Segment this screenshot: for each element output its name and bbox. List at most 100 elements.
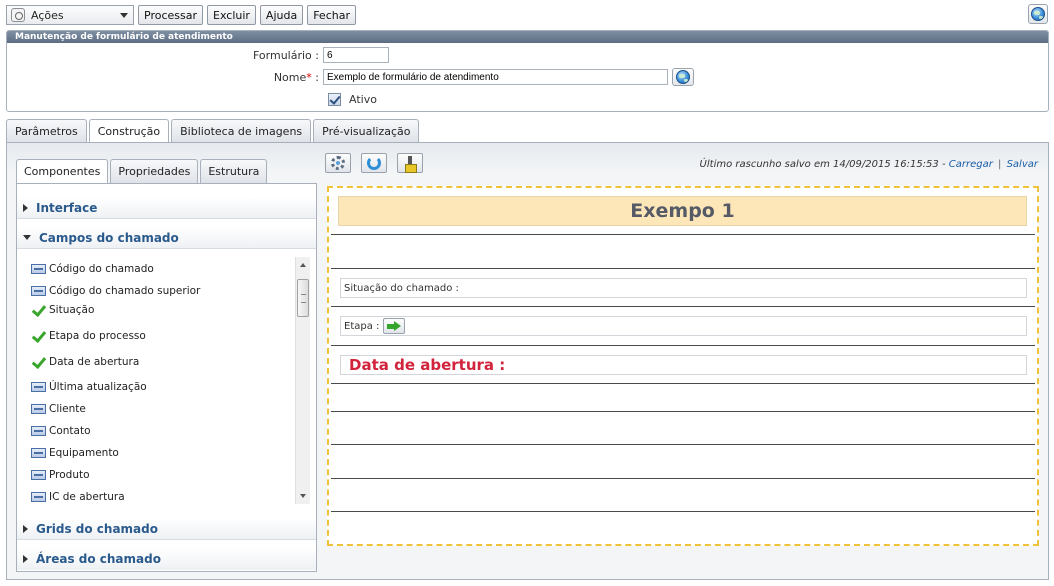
scrollbar-thumb[interactable] <box>297 279 309 317</box>
list-item-label: Contato <box>49 425 91 437</box>
active-checkbox[interactable] <box>328 93 341 106</box>
actions-dropdown[interactable]: Ações <box>6 5 134 25</box>
list-item[interactable]: IC de abertura <box>31 491 125 503</box>
list-item-label: Código do chamado superior <box>49 285 201 297</box>
accordion-interface[interactable]: Interface <box>17 197 316 219</box>
list-item[interactable]: Cliente <box>31 403 86 415</box>
tab-pre-visualizacao[interactable]: Pré-visualização <box>313 119 420 142</box>
list-item[interactable]: Produto <box>31 469 90 481</box>
name-colon: : <box>315 70 319 84</box>
row-divider <box>331 234 1035 235</box>
row-divider <box>331 511 1035 512</box>
field-icon <box>31 286 46 296</box>
load-draft-link[interactable]: Carregar <box>949 159 993 170</box>
field-icon <box>31 426 46 436</box>
link-separator: | <box>998 159 1002 170</box>
field-icon <box>31 448 46 458</box>
accordion-campos[interactable]: Campos do chamado <box>17 227 316 249</box>
check-icon <box>31 330 46 342</box>
list-item-label: Código do chamado <box>49 263 154 275</box>
list-item[interactable]: Código do chamado <box>31 263 154 275</box>
scroll-up-icon[interactable] <box>300 263 306 267</box>
form-title-block[interactable]: Exempo 1 <box>338 196 1027 226</box>
caret-right-icon <box>23 555 28 563</box>
accordion-grids-label: Grids do chamado <box>36 521 158 536</box>
main-tabs: Parâmetros Construção Biblioteca de imag… <box>6 119 420 143</box>
accordion-interface-label: Interface <box>36 200 98 215</box>
chevron-down-icon <box>120 13 128 18</box>
etapa-field-label: Etapa : <box>344 320 380 332</box>
situacao-field[interactable]: Situação do chamado : <box>340 278 1027 298</box>
process-button[interactable]: Processar <box>138 5 203 25</box>
active-row: Ativo <box>328 93 377 106</box>
list-item-label: Cliente <box>49 403 86 415</box>
list-item[interactable]: Código do chamado superior <box>31 285 200 297</box>
refresh-button[interactable] <box>361 153 387 173</box>
list-item-label: Data de abertura <box>49 356 140 368</box>
list-item-label: Produto <box>49 469 90 481</box>
row-divider <box>331 345 1035 346</box>
tab-componentes[interactable]: Componentes <box>16 159 109 183</box>
actions-icon <box>11 8 25 22</box>
top-toolbar: Ações Processar Excluir Ajuda Fechar <box>6 5 356 25</box>
scroll-down-icon[interactable] <box>300 494 306 498</box>
name-label: Nome <box>273 70 307 84</box>
form-maintenance-panel: Manutenção de formulário de atendimento … <box>6 30 1049 112</box>
row-divider <box>331 306 1035 307</box>
help-button[interactable]: Ajuda <box>259 5 304 25</box>
list-item[interactable]: Equipamento <box>31 447 119 459</box>
fields-list: Código do chamado Código do chamado supe… <box>17 251 316 508</box>
form-number-input[interactable] <box>323 47 389 63</box>
tab-propriedades[interactable]: Propriedades <box>110 159 199 183</box>
list-item[interactable]: Situação <box>31 304 94 316</box>
arrow-right-icon <box>387 321 402 331</box>
field-icon <box>31 492 46 502</box>
close-button[interactable]: Fechar <box>307 5 356 25</box>
tab-biblioteca-imagens[interactable]: Biblioteca de imagens <box>171 119 312 142</box>
settings-button[interactable] <box>325 153 351 173</box>
field-icon <box>31 264 46 274</box>
row-divider <box>331 478 1035 479</box>
list-item[interactable]: Última atualização <box>31 381 147 393</box>
form-canvas[interactable]: Exempo 1 Situação do chamado : Etapa : D… <box>327 186 1039 546</box>
globe-icon <box>676 70 690 84</box>
tab-parametros[interactable]: Parâmetros <box>6 119 87 142</box>
component-tabs: Componentes Propriedades Estrutura <box>16 159 268 183</box>
list-item-label: IC de abertura <box>49 491 125 503</box>
tab-construcao[interactable]: Construção <box>88 119 170 143</box>
online-help-button[interactable] <box>1028 4 1048 24</box>
name-row: Nome* : <box>7 68 694 86</box>
delete-button[interactable]: Excluir <box>207 5 256 25</box>
field-icon <box>31 382 46 392</box>
check-icon <box>31 304 46 316</box>
fields-scrollbar[interactable] <box>295 257 310 504</box>
etapa-field[interactable]: Etapa : <box>340 316 1027 336</box>
list-item-label: Equipamento <box>49 447 119 459</box>
form-number-label: Formulário : <box>253 48 319 62</box>
name-input[interactable] <box>323 69 668 85</box>
row-divider <box>331 411 1035 412</box>
brush-icon <box>405 155 417 173</box>
tab-estrutura[interactable]: Estrutura <box>200 159 268 183</box>
row-divider <box>331 444 1035 445</box>
save-draft-link[interactable]: Salvar <box>1007 159 1038 170</box>
etapa-advance-button[interactable] <box>383 318 406 334</box>
caret-right-icon <box>23 524 28 533</box>
accordion-grids[interactable]: Grids do chamado <box>17 518 316 540</box>
components-panel: Interface Campos do chamado Código do ch… <box>16 183 317 572</box>
name-label-wrap: Nome* : <box>7 71 323 84</box>
canvas-toolbar <box>325 153 423 173</box>
draft-status-text: Último rascunho salvo em 14/09/2015 16:1… <box>699 159 946 170</box>
list-item-label: Etapa do processo <box>49 330 146 342</box>
row-divider <box>331 268 1035 269</box>
active-label: Ativo <box>349 93 377 106</box>
list-item[interactable]: Data de abertura <box>31 356 139 368</box>
translate-button[interactable] <box>672 68 694 86</box>
list-item-label: Última atualização <box>49 381 147 393</box>
clear-button[interactable] <box>397 153 423 173</box>
list-item[interactable]: Etapa do processo <box>31 330 146 342</box>
accordion-areas-label: Áreas do chamado <box>36 552 161 566</box>
accordion-areas[interactable]: Áreas do chamado <box>17 548 316 570</box>
list-item[interactable]: Contato <box>31 425 91 437</box>
data-abertura-field[interactable]: Data de abertura : <box>340 355 1027 375</box>
